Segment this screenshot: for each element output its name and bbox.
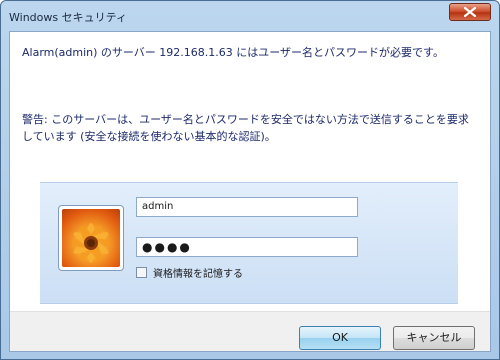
title-bar[interactable]: Windows セキュリティ <box>1 1 499 31</box>
remember-credentials-option[interactable]: 資格情報を記憶する <box>136 265 243 280</box>
credential-tile: admin ●●●● 資格情報を記憶する <box>40 182 458 304</box>
close-icon <box>464 7 476 17</box>
close-button[interactable] <box>449 3 491 21</box>
button-bar: OK キャンセル <box>10 311 490 351</box>
window-title: Windows セキュリティ <box>9 11 127 24</box>
server-message: Alarm(admin) のサーバー 192.168.1.63 にはユーザー名と… <box>22 46 444 59</box>
security-dialog-window: Windows セキュリティ Alarm(admin) のサーバー 192.16… <box>0 0 500 360</box>
cancel-button[interactable]: キャンセル <box>393 326 475 350</box>
warning-message: 警告: このサーバーは、ユーザー名とパスワードを安全ではない方法で送信することを… <box>22 113 469 143</box>
password-field[interactable]: ●●●● <box>136 237 358 257</box>
username-field[interactable]: admin <box>136 197 358 217</box>
dialog-content: Alarm(admin) のサーバー 192.168.1.63 にはユーザー名と… <box>9 31 491 352</box>
flower-icon <box>71 223 111 263</box>
ok-button[interactable]: OK <box>299 326 381 350</box>
avatar-image <box>62 209 120 267</box>
remember-checkbox[interactable] <box>136 267 147 278</box>
user-tile-flower-icon <box>58 205 124 271</box>
remember-label: 資格情報を記憶する <box>153 269 243 280</box>
